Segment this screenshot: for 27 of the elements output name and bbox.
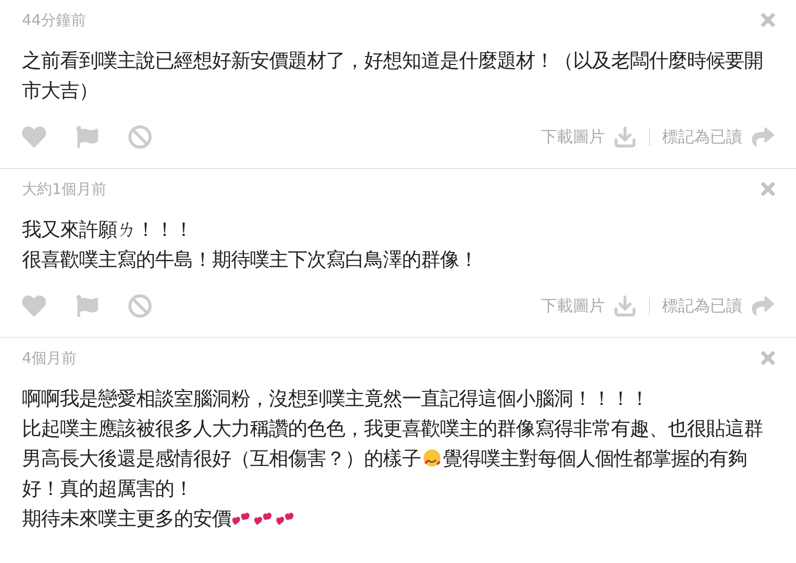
flag-icon[interactable] bbox=[76, 126, 98, 148]
download-icon bbox=[613, 294, 637, 318]
download-image-link[interactable]: 下載圖片 bbox=[541, 294, 637, 318]
share-arrow-icon bbox=[752, 126, 774, 148]
heart-icon[interactable] bbox=[22, 294, 46, 318]
flag-icon[interactable] bbox=[76, 295, 98, 317]
timestamp: 4個月前 bbox=[22, 348, 77, 369]
close-button[interactable] bbox=[758, 348, 778, 368]
download-image-link[interactable]: 下載圖片 bbox=[541, 125, 637, 149]
download-icon bbox=[613, 125, 637, 149]
comment-text: 之前看到噗主說已經想好新安價題材了，好想知道是什麼題材！（以及老闆什麼時候要開市大吉） bbox=[22, 48, 764, 104]
smiling-hearts-emoji-icon bbox=[422, 448, 442, 468]
timestamp: 大約1個月前 bbox=[22, 178, 107, 200]
comment-text: 啊啊我是戀愛相談室腦洞粉，沒想到噗主竟然一直記得這個小腦洞！！！！ bbox=[22, 386, 650, 412]
comment-text: 比起噗主應該被很多人大力稱讚的色色，我更喜歡噗主的群像寫得非常有趣、也很貼這群男高長大後還是感情很好（互相傷害？）的樣子 覺得噗主對每個人個性都掌握的有夠好！真的超厲害的！ bbox=[22, 416, 764, 502]
close-button[interactable] bbox=[758, 10, 778, 30]
comment-text: 很喜歡噗主寫的牛島！期待噗主下次寫白鳥澤的群像！ bbox=[22, 247, 479, 273]
block-icon[interactable] bbox=[128, 294, 152, 318]
comment-text: 我又來許願ㄌ！！！ bbox=[22, 217, 194, 243]
block-icon[interactable] bbox=[128, 125, 152, 149]
close-button[interactable] bbox=[758, 179, 778, 199]
heart-icon[interactable] bbox=[22, 125, 46, 149]
mark-read-link[interactable]: 標記為已讀 bbox=[662, 294, 774, 318]
timestamp: 44分鐘前 bbox=[22, 10, 86, 31]
share-arrow-icon bbox=[752, 295, 774, 317]
comment-text: 期待未來噗主更多的安價 bbox=[22, 504, 764, 534]
mark-read-link[interactable]: 標記為已讀 bbox=[662, 125, 774, 149]
